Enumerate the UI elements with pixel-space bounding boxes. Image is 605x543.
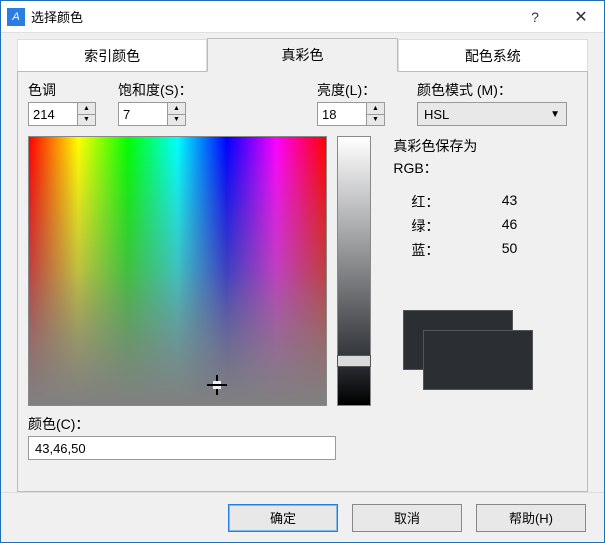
sat-down-icon[interactable]: ▼ — [168, 115, 185, 126]
save-as-label: 真彩色保存为 — [393, 136, 577, 156]
close-button[interactable]: ✕ — [558, 1, 604, 33]
light-input[interactable] — [317, 102, 367, 126]
tab-true-color[interactable]: 真彩色 — [207, 38, 397, 72]
mode-value: HSL — [424, 107, 449, 122]
tab-color-system[interactable]: 配色系统 — [398, 39, 588, 72]
swatch-new[interactable] — [423, 330, 533, 390]
hue-down-icon[interactable]: ▼ — [78, 115, 95, 126]
tab-indexed-color[interactable]: 索引颜色 — [17, 39, 207, 72]
hue-up-icon[interactable]: ▲ — [78, 103, 95, 115]
help-button-footer[interactable]: 帮助(H) — [476, 504, 586, 532]
hue-input[interactable] — [28, 102, 78, 126]
hue-label: 色调 — [28, 80, 118, 100]
sat-up-icon[interactable]: ▲ — [168, 103, 185, 115]
help-button[interactable]: ? — [512, 1, 558, 33]
sat-spinner[interactable]: ▲▼ — [118, 102, 188, 126]
app-icon: A — [7, 8, 25, 26]
mode-select[interactable]: HSL ▼ — [417, 102, 567, 126]
color-swatches — [393, 310, 577, 400]
light-spinner[interactable]: ▲▼ — [317, 102, 387, 126]
color-text-label: 颜色(C)： — [28, 414, 577, 434]
cancel-button[interactable]: 取消 — [352, 504, 462, 532]
blue-label: 蓝： — [411, 240, 447, 260]
color-field[interactable] — [28, 136, 327, 406]
tabstrip: 索引颜色 真彩色 配色系统 — [17, 43, 588, 71]
light-up-icon[interactable]: ▲ — [367, 103, 384, 115]
titlebar: A 选择颜色 ? ✕ — [1, 1, 604, 33]
sat-label: 饱和度(S)： — [118, 80, 218, 100]
ok-button[interactable]: 确定 — [228, 504, 338, 532]
chevron-down-icon: ▼ — [550, 109, 560, 120]
dialog-footer: 确定 取消 帮助(H) — [1, 492, 604, 542]
color-text-input[interactable] — [28, 436, 336, 460]
window-title: 选择颜色 — [31, 7, 512, 26]
mode-label: 颜色模式 (M)： — [417, 80, 577, 100]
light-label: 亮度(L)： — [317, 80, 417, 100]
lightness-thumb[interactable] — [337, 355, 371, 367]
rgb-label: RGB： — [393, 158, 577, 178]
blue-value: 50 — [477, 240, 517, 260]
sat-input[interactable] — [118, 102, 168, 126]
hue-spinner[interactable]: ▲▼ — [28, 102, 98, 126]
content: 索引颜色 真彩色 配色系统 色调 ▲▼ 饱和度(S)： ▲▼ — [1, 33, 604, 492]
green-label: 绿： — [411, 216, 447, 236]
rgb-readout: 红： 43 绿： 46 蓝： 50 — [411, 192, 577, 260]
red-value: 43 — [477, 192, 517, 212]
green-value: 46 — [477, 216, 517, 236]
color-dialog: A 选择颜色 ? ✕ 索引颜色 真彩色 配色系统 色调 ▲▼ 饱和度(S)： — [0, 0, 605, 543]
tabpanel-true-color: 色调 ▲▼ 饱和度(S)： ▲▼ 亮度(L)： — [17, 71, 588, 492]
crosshair-icon — [207, 375, 227, 395]
lightness-slider[interactable] — [337, 136, 371, 406]
red-label: 红： — [411, 192, 447, 212]
light-down-icon[interactable]: ▼ — [367, 115, 384, 126]
